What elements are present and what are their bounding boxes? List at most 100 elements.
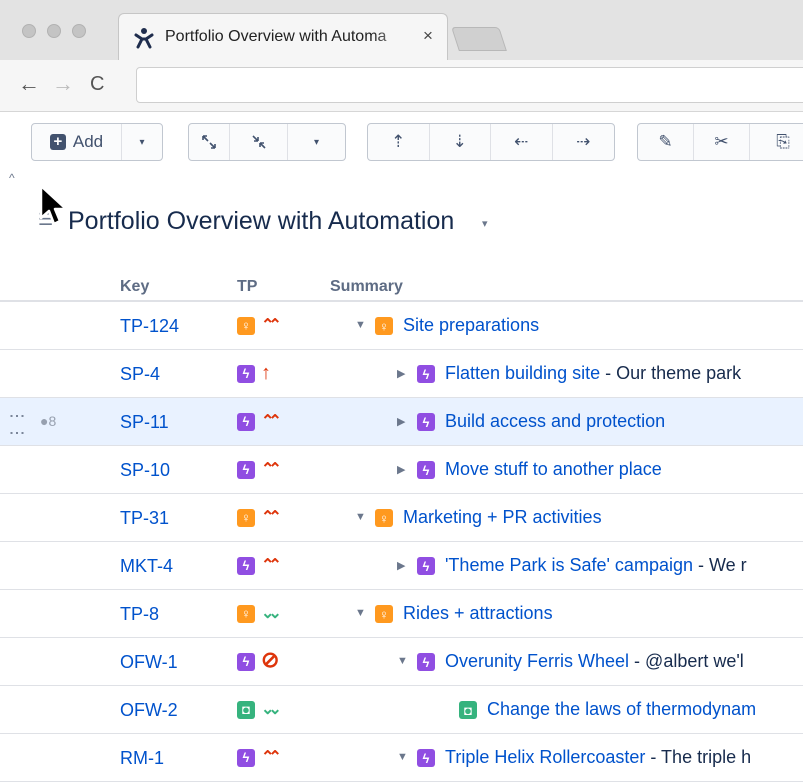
window-close-dot[interactable] (22, 24, 36, 38)
issue-summary[interactable]: Site preparations (403, 315, 803, 336)
add-dropdown-button[interactable]: ▾ (122, 124, 162, 160)
column-header-tp[interactable]: TP (237, 278, 257, 296)
outdent-button[interactable]: ⇠ (491, 124, 553, 160)
window-minimize-dot[interactable] (47, 24, 61, 38)
table-row[interactable]: SP-4 ϟ ↑ ▶ ϟ Flatten building site - Our them… (0, 350, 803, 398)
collapse-all-button[interactable] (230, 124, 288, 160)
issue-summary-link[interactable]: Triple Helix Rollercoaster (445, 747, 645, 767)
collapse-toggle-icon[interactable]: ▼ (355, 607, 366, 619)
priority-high-icon: ⌃⌃ (261, 317, 282, 334)
title-dropdown-icon[interactable]: ▾ (482, 217, 488, 230)
back-arrow-icon[interactable]: ← (18, 72, 40, 96)
new-tab-button[interactable] (451, 27, 507, 51)
expand-toggle-icon[interactable]: ▶ (397, 415, 405, 428)
epic-summary-icon: ϟ (417, 413, 435, 431)
chevron-down-icon: ▾ (139, 136, 145, 148)
move-up-button[interactable]: ⇡ (368, 124, 430, 160)
issue-key[interactable]: OFW-2 (120, 700, 178, 721)
reload-icon[interactable]: C (90, 72, 104, 96)
drag-handle-icon[interactable]: ⋮⋮ (8, 408, 25, 442)
issue-key[interactable]: SP-11 (120, 412, 169, 433)
issue-key[interactable]: TP-31 (120, 508, 169, 529)
table-row[interactable]: OFW-1 ϟ ⊘ ▼ ϟ Overunity Ferris Wheel - @alber… (0, 638, 803, 686)
priority-high-icon: ⌃⌃ (261, 461, 282, 478)
issue-summary-link[interactable]: Build access and protection (445, 411, 665, 431)
indent-button[interactable]: ⇢ (553, 124, 615, 160)
issue-summary[interactable]: Rides + attractions (403, 603, 803, 624)
cut-button[interactable]: ✂ (694, 124, 750, 160)
collapse-toggle-icon[interactable]: ▼ (355, 511, 366, 523)
table-row[interactable]: SP-10 ϟ ⌃⌃ ▶ ϟ Move stuff to another place (0, 446, 803, 494)
edit-button[interactable]: ✎ (638, 124, 694, 160)
idea-summary-icon: ♀ (375, 605, 393, 623)
expand-toggle-icon[interactable]: ▶ (397, 559, 405, 572)
table-row[interactable]: ⋮⋮ ●8 SP-11 ϟ ⌃⌃ ▶ ϟ Build access and protectio… (0, 398, 803, 446)
table-row[interactable]: MKT-4 ϟ ⌃⌃ ▶ ϟ 'Theme Park is Safe' campaign … (0, 542, 803, 590)
issue-summary[interactable]: 'Theme Park is Safe' campaign - We r (445, 555, 803, 576)
collapse-toggle-icon[interactable]: ▼ (355, 319, 366, 331)
tab-close-icon[interactable]: × (423, 26, 433, 46)
issue-summary-link[interactable]: Site preparations (403, 315, 539, 335)
expand-all-button[interactable] (189, 124, 230, 160)
expand-dropdown-button[interactable]: ▾ (288, 124, 345, 160)
collapse-toggle-icon[interactable]: ▼ (397, 655, 408, 667)
expand-toggle-icon[interactable]: ▶ (397, 463, 405, 476)
expand-toggle-icon[interactable]: ▶ (397, 367, 405, 380)
browser-tab-active[interactable]: Portfolio Overview with Automa × (118, 13, 448, 60)
table-row[interactable]: TP-124 ♀ ⌃⌃ ▼ ♀ Site preparations (0, 302, 803, 350)
arrow-right-icon: ⇢ (576, 132, 591, 151)
scissors-icon: ✂ (714, 132, 729, 151)
issue-summary[interactable]: Build access and protection (445, 411, 803, 432)
pencil-icon: ✎ (658, 132, 673, 151)
issue-key[interactable]: MKT-4 (120, 556, 173, 577)
url-input[interactable] (136, 67, 803, 103)
issue-key[interactable]: SP-4 (120, 364, 160, 385)
issue-summary-link[interactable]: 'Theme Park is Safe' campaign (445, 555, 693, 575)
column-header-key[interactable]: Key (120, 278, 149, 296)
issue-summary[interactable]: Marketing + PR activities (403, 507, 803, 528)
story-summary-icon: ◘ (459, 701, 477, 719)
collapse-toggle-icon[interactable]: ▼ (397, 751, 408, 763)
arrow-down-icon: ⇣ (452, 132, 467, 151)
page-title[interactable]: Portfolio Overview with Automation (68, 207, 454, 236)
issue-summary-link[interactable]: Rides + attractions (403, 603, 553, 623)
issue-summary[interactable]: Overunity Ferris Wheel - @albert we'l (445, 651, 803, 672)
table-row[interactable]: TP-8 ♀ ⌄⌄ ▼ ♀ Rides + attractions (0, 590, 803, 638)
priority-high-icon: ⌃⌃ (261, 509, 282, 526)
move-down-button[interactable]: ⇣ (430, 124, 491, 160)
add-button-label: Add (72, 132, 104, 151)
copy-button[interactable]: ⎘ (750, 124, 803, 160)
table-row[interactable]: RM-1 ϟ ⌃⌃ ▼ ϟ Triple Helix Rollercoaster - Th… (0, 734, 803, 782)
expand-icon (202, 135, 216, 149)
chevron-down-icon: ▾ (313, 136, 320, 148)
issue-key[interactable]: OFW-1 (120, 652, 178, 673)
collapse-toolbar-caret-icon[interactable]: ^ (9, 171, 15, 185)
table-row[interactable]: OFW-2 ◘ ⌄⌄ ◘ Change the laws of thermodynam (0, 686, 803, 734)
issue-summary-link[interactable]: Change the laws of thermodynam (487, 699, 756, 719)
issue-summary[interactable]: Flatten building site - Our theme park (445, 363, 803, 384)
add-button[interactable]: + Add (32, 124, 122, 160)
forward-arrow-icon[interactable]: → (52, 72, 74, 96)
column-header-summary[interactable]: Summary (330, 278, 403, 296)
issue-summary-link[interactable]: Move stuff to another place (445, 459, 662, 479)
issue-summary-link[interactable]: Marketing + PR activities (403, 507, 602, 527)
issue-summary[interactable]: Triple Helix Rollercoaster - The triple … (445, 747, 803, 768)
table-row[interactable]: TP-31 ♀ ⌃⌃ ▼ ♀ Marketing + PR activities (0, 494, 803, 542)
issue-summary-link[interactable]: Overunity Ferris Wheel (445, 651, 629, 671)
issue-summary[interactable]: Move stuff to another place (445, 459, 803, 480)
arrow-left-icon: ⇠ (514, 132, 529, 151)
priority-highest-icon: ↑ (261, 362, 271, 384)
epic-type-icon: ϟ (237, 365, 255, 383)
priority-high-icon: ⌃⌃ (261, 749, 282, 766)
issue-key[interactable]: RM-1 (120, 748, 164, 769)
issue-summary[interactable]: Change the laws of thermodynam (487, 699, 803, 720)
issue-key[interactable]: SP-10 (120, 460, 170, 481)
issue-summary-link[interactable]: Flatten building site (445, 363, 600, 383)
idea-type-icon: ♀ (237, 317, 255, 335)
issue-key[interactable]: TP-124 (120, 316, 179, 337)
browser-nav-bar: ← → C (0, 60, 803, 112)
epic-type-icon: ϟ (237, 461, 255, 479)
priority-blocker-icon: ⊘ (261, 647, 280, 672)
issue-key[interactable]: TP-8 (120, 604, 159, 625)
window-zoom-dot[interactable] (72, 24, 86, 38)
